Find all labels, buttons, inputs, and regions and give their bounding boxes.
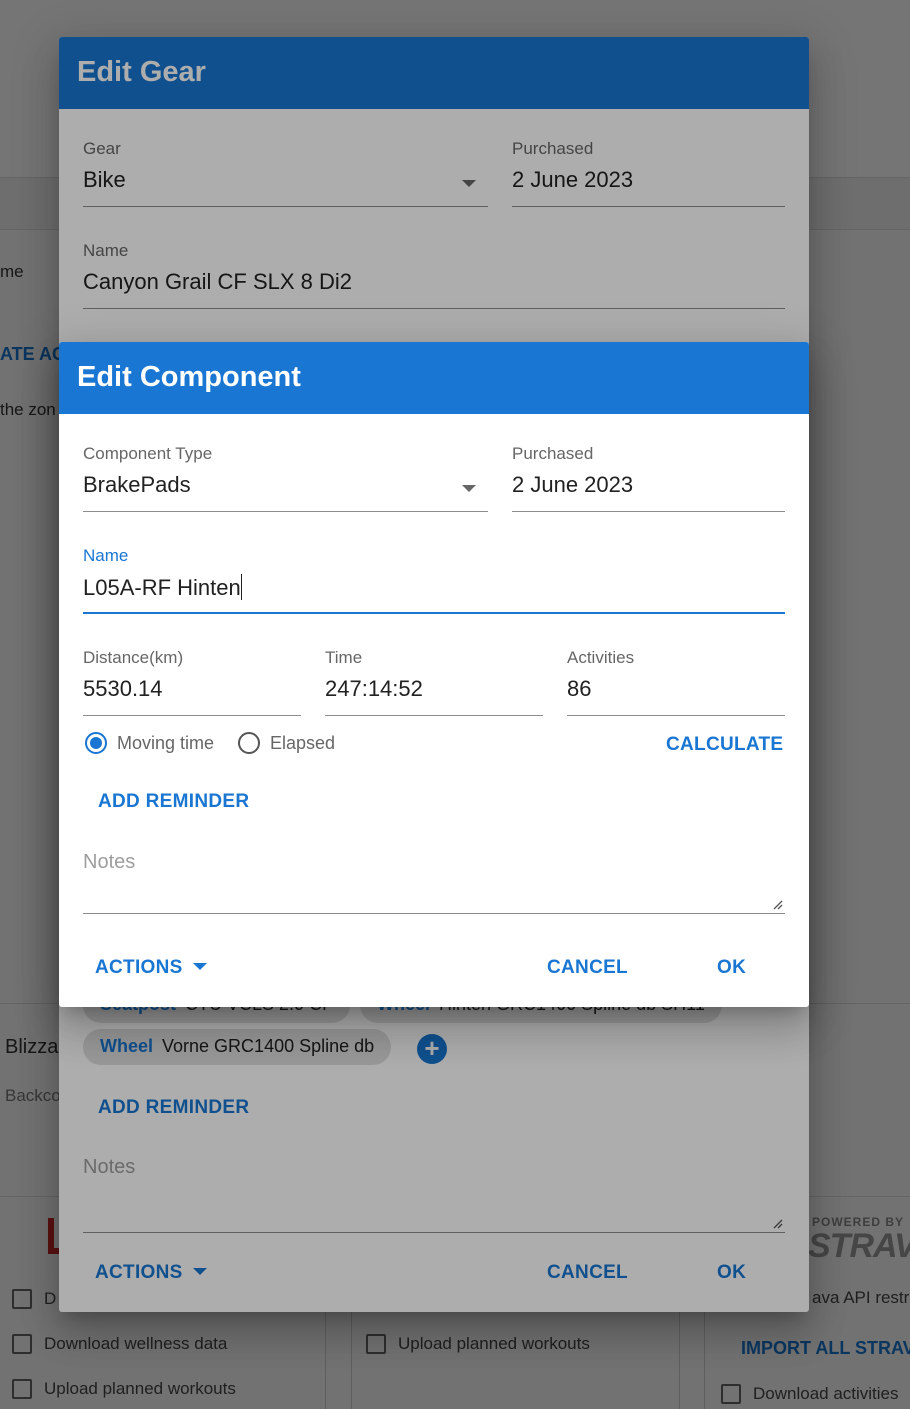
component-type-value: BrakePads: [83, 472, 191, 497]
chevron-down-icon: [462, 485, 476, 492]
component-purchased-field[interactable]: Purchased 2 June 2023: [512, 444, 785, 512]
actions-label: ACTIONS: [95, 957, 183, 978]
component-name-input[interactable]: Name L05A-RF Hinten: [83, 546, 785, 614]
radio-checked-icon: [85, 732, 107, 754]
activities-value: 86: [567, 676, 592, 701]
radio-unchecked-icon: [238, 732, 260, 754]
component-actions-button[interactable]: ACTIONS: [95, 957, 207, 979]
activities-label: Activities: [567, 648, 635, 667]
notes-placeholder: Notes: [83, 851, 136, 873]
calculate-button[interactable]: CALCULATE: [666, 734, 783, 756]
purchased-value: 2 June 2023: [512, 472, 634, 497]
elapsed-radio[interactable]: Elapsed: [238, 732, 335, 754]
component-notes-field[interactable]: Notes: [83, 851, 785, 914]
text-cursor: [240, 574, 243, 600]
purchased-label: Purchased: [512, 444, 594, 463]
component-ok-button[interactable]: OK: [717, 957, 746, 979]
time-field[interactable]: Time 247:14:52: [325, 648, 543, 716]
edit-component-body: Component Type BrakePads Purchased 2 Jun…: [59, 414, 809, 1007]
distance-label: Distance(km): [83, 648, 184, 667]
name-label: Name: [83, 546, 129, 565]
moving-time-radio[interactable]: Moving time: [85, 732, 214, 754]
activities-field[interactable]: Activities 86: [567, 648, 785, 716]
component-type-select[interactable]: Component Type BrakePads: [83, 444, 488, 512]
time-label: Time: [325, 648, 363, 667]
component-type-label: Component Type: [83, 444, 213, 463]
time-value: 247:14:52: [325, 676, 423, 701]
component-add-reminder-button[interactable]: ADD REMINDER: [98, 791, 249, 813]
resize-grip-icon[interactable]: [771, 898, 783, 910]
distance-field[interactable]: Distance(km) 5530.14: [83, 648, 301, 716]
edit-component-title: Edit Component: [59, 342, 809, 414]
distance-value: 5530.14: [83, 676, 163, 701]
component-cancel-button[interactable]: CANCEL: [547, 957, 628, 979]
moving-time-label: Moving time: [117, 732, 215, 753]
name-value-wrap: L05A-RF Hinten: [83, 574, 785, 604]
edit-component-dialog: Edit Component Component Type BrakePads …: [59, 342, 809, 1007]
elapsed-label: Elapsed: [270, 732, 336, 753]
name-value: L05A-RF Hinten: [83, 575, 241, 600]
caret-down-icon: [192, 963, 207, 970]
